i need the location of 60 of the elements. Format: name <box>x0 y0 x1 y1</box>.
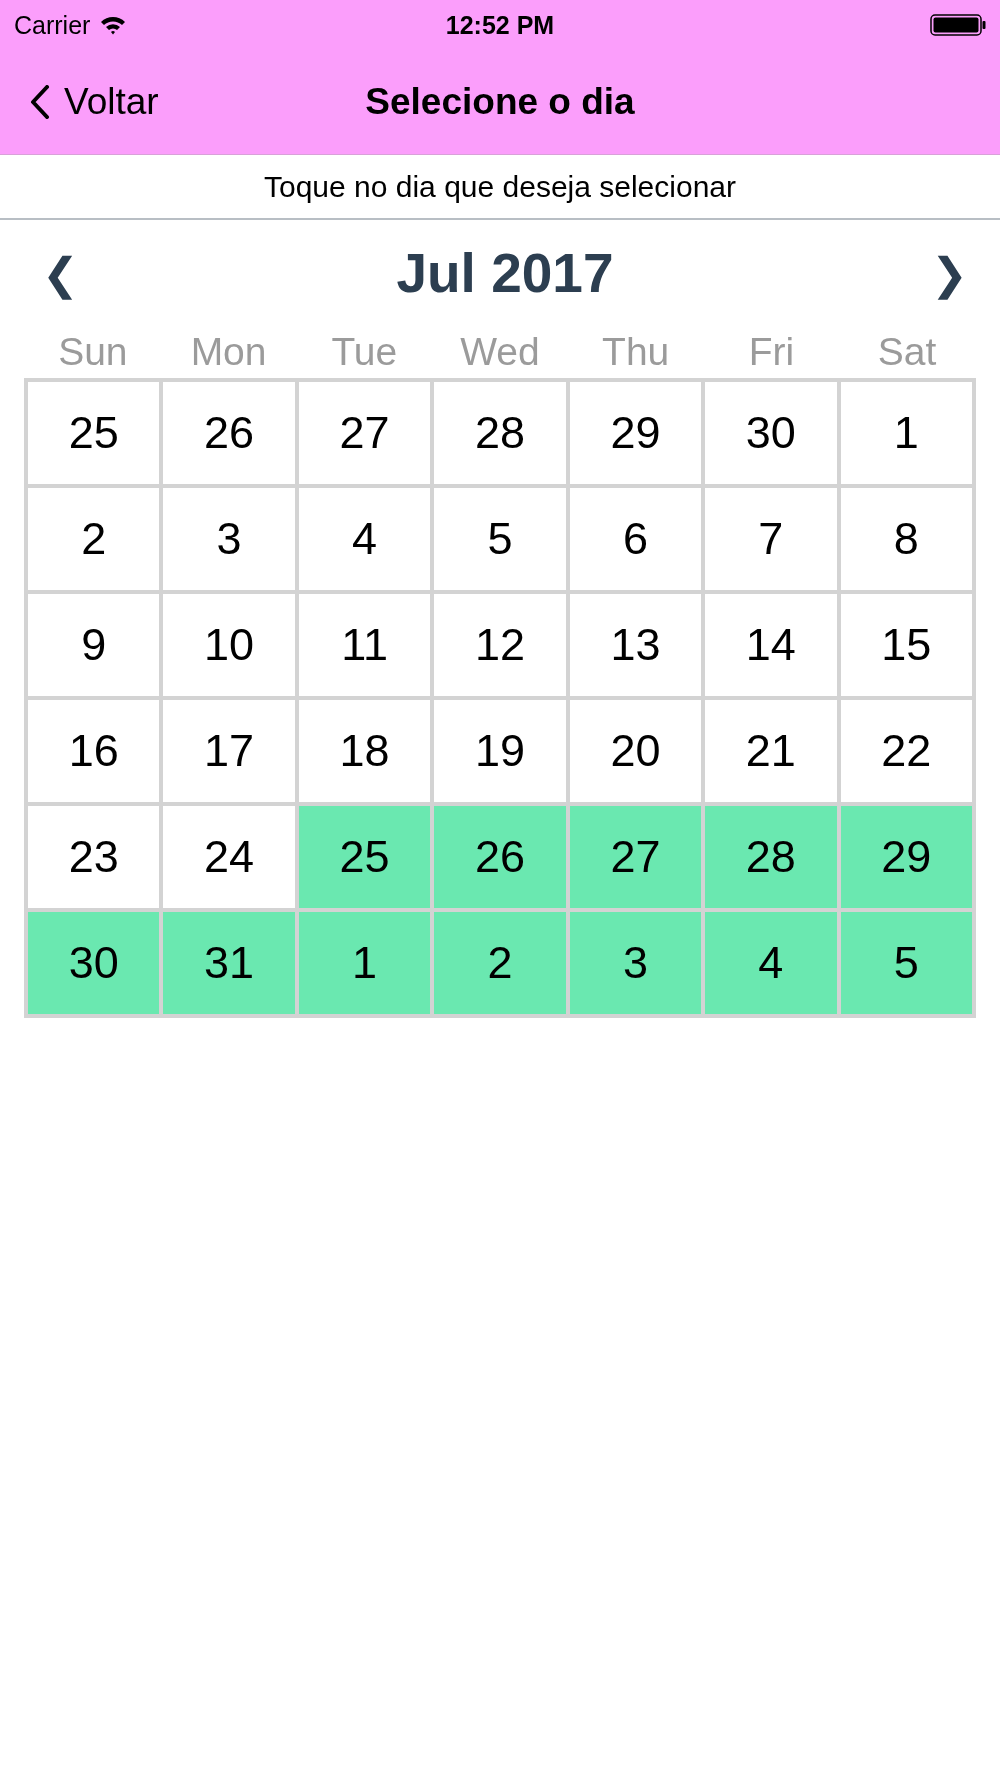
day-cell[interactable]: 3 <box>163 488 295 590</box>
wifi-icon <box>100 15 127 35</box>
carrier-label: Carrier <box>14 10 91 40</box>
day-cell[interactable]: 23 <box>28 806 160 908</box>
day-cell[interactable]: 2 <box>28 488 160 590</box>
day-cell[interactable]: 26 <box>163 382 295 484</box>
weekday-label: Tue <box>331 330 398 374</box>
weekday-label: Fri <box>748 330 795 374</box>
day-cell[interactable]: 9 <box>28 594 160 696</box>
day-cell[interactable]: 28 <box>705 806 837 908</box>
day-cell[interactable]: 3 <box>569 912 702 1014</box>
day-cell[interactable]: 25 <box>28 382 160 484</box>
day-cell[interactable]: 21 <box>705 700 837 802</box>
day-cell[interactable]: 19 <box>434 700 566 802</box>
day-cell[interactable]: 25 <box>298 806 431 908</box>
day-cell[interactable]: 5 <box>434 488 566 590</box>
day-cell[interactable]: 11 <box>298 594 431 696</box>
screen-title: Selecione o dia <box>365 81 635 123</box>
day-cell[interactable]: 10 <box>163 594 295 696</box>
day-cell[interactable]: 31 <box>163 912 295 1014</box>
day-cell[interactable]: 27 <box>298 382 431 484</box>
day-cell[interactable]: 29 <box>840 806 972 908</box>
weekday-label: Sun <box>58 330 128 374</box>
day-cell[interactable]: 20 <box>569 700 702 802</box>
day-cell[interactable]: 1 <box>840 382 972 484</box>
weekday-label: Sat <box>877 330 937 374</box>
weekday-label: Wed <box>460 330 540 374</box>
day-cell[interactable]: 27 <box>569 806 702 908</box>
day-cell[interactable]: 8 <box>840 488 972 590</box>
day-cell[interactable]: 17 <box>163 700 295 802</box>
day-cell[interactable]: 4 <box>705 912 837 1014</box>
day-cell[interactable]: 30 <box>28 912 160 1014</box>
day-cell[interactable]: 6 <box>569 488 702 590</box>
day-cell[interactable]: 29 <box>569 382 702 484</box>
next-month-button[interactable]: ❯ <box>931 247 968 299</box>
day-cell[interactable]: 22 <box>840 700 972 802</box>
day-cell[interactable]: 7 <box>705 488 837 590</box>
chevron-icon <box>30 85 50 119</box>
weekday-label: Mon <box>190 330 267 374</box>
day-cell[interactable]: 4 <box>298 488 431 590</box>
battery-icon <box>930 14 986 36</box>
instruction-text: Toque no dia que deseja selecionar <box>0 155 1000 220</box>
weekday-label: Thu <box>602 330 670 374</box>
month-title: Jul 2017 <box>396 241 614 305</box>
day-cell[interactable]: 2 <box>434 912 566 1014</box>
day-cell[interactable]: 12 <box>434 594 566 696</box>
day-cell[interactable]: 26 <box>434 806 566 908</box>
day-cell[interactable]: 30 <box>705 382 837 484</box>
day-cell[interactable]: 1 <box>298 912 431 1014</box>
day-cell[interactable]: 5 <box>840 912 972 1014</box>
day-cell[interactable]: 18 <box>298 700 431 802</box>
day-cell[interactable]: 13 <box>569 594 702 696</box>
back-button[interactable]: Voltar <box>0 81 159 123</box>
day-cell[interactable]: 15 <box>840 594 972 696</box>
day-cell[interactable]: 16 <box>28 700 160 802</box>
day-cell[interactable]: 14 <box>705 594 837 696</box>
previous-month-button[interactable]: ❮ <box>42 247 79 299</box>
day-cell[interactable]: 28 <box>434 382 566 484</box>
clock: 12:52 PM <box>445 10 555 40</box>
day-cell[interactable]: 24 <box>163 806 295 908</box>
